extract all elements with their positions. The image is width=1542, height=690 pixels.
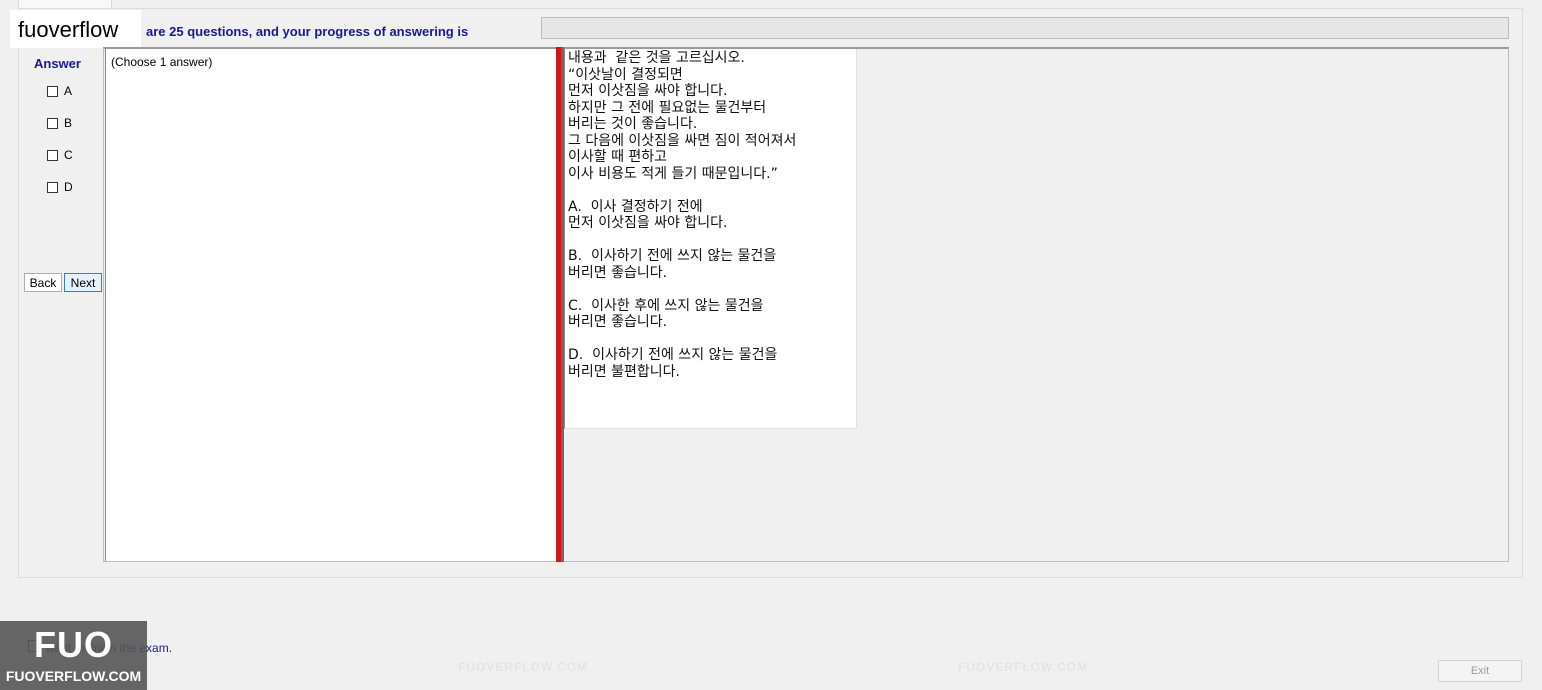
choice-b[interactable]: B xyxy=(47,116,72,130)
answer-heading: Answer xyxy=(34,56,81,71)
exit-button[interactable]: Exit xyxy=(1438,660,1522,682)
choice-d-label: D xyxy=(64,180,73,194)
logo-mark: FUO xyxy=(34,624,113,665)
choice-c-label: C xyxy=(64,148,73,162)
question-text: 내용과 같은 것을 고르십시오. “이삿날이 결정되면 먼저 이삿짐을 싸야 합… xyxy=(568,50,797,380)
answer-pane xyxy=(105,49,556,561)
choice-b-checkbox[interactable] xyxy=(47,117,58,129)
choice-a[interactable]: A xyxy=(47,84,72,98)
choice-a-checkbox[interactable] xyxy=(47,85,58,97)
back-button[interactable]: Back xyxy=(24,273,62,292)
watermark: FUOVERFLOW.COM xyxy=(958,660,1088,674)
watermark: FUOVERFLOW.COM xyxy=(458,660,588,674)
next-button[interactable]: Next xyxy=(64,273,102,292)
choice-d[interactable]: D xyxy=(47,180,73,194)
answer-instruction: (Choose 1 answer) xyxy=(111,55,213,69)
choice-c[interactable]: C xyxy=(47,148,73,162)
choice-d-checkbox[interactable] xyxy=(47,181,58,193)
progress-bar xyxy=(541,17,1509,39)
choice-b-label: B xyxy=(64,116,73,130)
brand-name: fuoverflow xyxy=(18,17,119,42)
choice-c-checkbox[interactable] xyxy=(47,149,58,161)
progress-label: are 25 questions, and your progress of a… xyxy=(146,24,469,39)
choice-a-label: A xyxy=(64,84,73,98)
logo-site-text: FUOVERFLOW.COM xyxy=(5,668,142,684)
